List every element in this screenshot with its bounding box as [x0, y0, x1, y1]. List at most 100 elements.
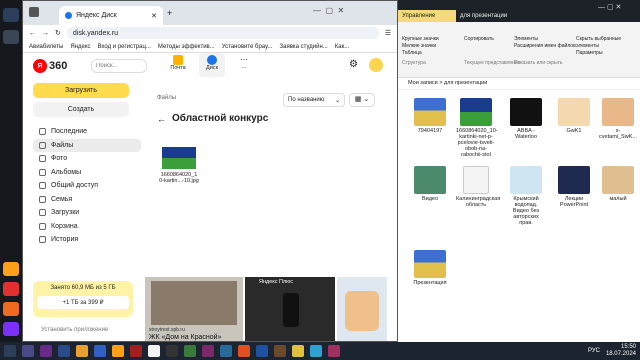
file-item[interactable]: Лекции PowerPoint [554, 166, 594, 208]
ribbon-item[interactable]: Крупные значки [402, 36, 439, 43]
upload-button[interactable]: Загрузить [33, 83, 129, 98]
install-app-link[interactable]: Установить приложение [41, 327, 108, 333]
settings-gear-icon[interactable]: ⚙ [349, 59, 358, 70]
file-item[interactable]: ABBA - Waterloo [506, 98, 546, 140]
dock-app-icon[interactable] [3, 302, 19, 316]
ad-card[interactable] [337, 277, 387, 341]
window-controls[interactable]: — ▢ ✕ [313, 6, 344, 15]
ad-source: Яндекс Плюс [259, 279, 294, 285]
file-item[interactable]: Презентация [410, 250, 450, 286]
sort-label: По названию [288, 97, 325, 103]
taskbar-app-icon[interactable] [94, 345, 106, 357]
taskbar-app-icon[interactable] [310, 345, 322, 357]
dock-app-icon[interactable] [3, 30, 19, 44]
taskbar-app-icon[interactable] [202, 345, 214, 357]
ad-card[interactable]: Яндекс Плюс [245, 277, 335, 341]
file-item[interactable]: 1660864020_10-kartinki-net-p-pcelovie-ts… [456, 98, 498, 158]
reload-icon[interactable]: ↻ [55, 29, 61, 37]
start-icon[interactable] [4, 345, 16, 357]
url-field[interactable]: disk.yandex.ru [66, 27, 379, 39]
file-item[interactable]: Крымский водопад. Видео без авторских пр… [506, 166, 546, 226]
taskbar-app-icon[interactable] [238, 345, 250, 357]
bookmark-item[interactable]: Авиабилеты [29, 44, 63, 50]
search-input[interactable] [91, 59, 147, 73]
taskbar-app-icon[interactable] [76, 345, 88, 357]
ribbon-item[interactable]: Скрыть выбранные элементы [576, 36, 636, 50]
ad-card[interactable]: stroytrest.spb.ru ЖК «Дом на Красной» [145, 277, 243, 341]
sidebar-item-history[interactable]: История [33, 233, 141, 247]
taskbar-app-icon[interactable] [328, 345, 340, 357]
ribbon-item[interactable]: Элементы [514, 36, 576, 43]
taskbar-app-icon[interactable] [148, 345, 160, 357]
avatar[interactable] [369, 58, 383, 72]
taskbar-app-icon[interactable] [58, 345, 70, 357]
back-icon[interactable]: ← [29, 30, 36, 37]
ribbon-item[interactable]: Расширения имен файлов [514, 43, 576, 50]
taskbar-app-icon[interactable] [112, 345, 124, 357]
sort-dropdown[interactable]: По названию ⌄ [283, 93, 345, 107]
ribbon-item[interactable]: Сортировать [464, 36, 520, 43]
ribbon-item[interactable]: Таблица [402, 50, 439, 57]
taskbar-app-icon[interactable] [166, 345, 178, 357]
sidebar-item-trash[interactable]: Корзина [33, 220, 141, 234]
taskbar-app-icon[interactable] [256, 345, 268, 357]
bookmark-item[interactable]: Методы эффектив... [158, 44, 215, 50]
ribbon-item[interactable]: Мелкие значки [402, 43, 439, 50]
file-item[interactable]: Калининградская область [456, 166, 500, 208]
language-indicator[interactable]: РУС [588, 348, 600, 354]
sidebar-item-shared[interactable]: Общий доступ [33, 179, 141, 193]
sidebar-item-files[interactable]: Файлы [33, 138, 141, 152]
bookmark-item[interactable]: Вход и регистрац... [98, 44, 151, 50]
view-mode-button[interactable]: ▦ ⌄ [349, 93, 375, 107]
sidebar: Загрузить Создать Последние Файлы Фото А… [33, 83, 141, 247]
tab-folder[interactable]: для презентации [456, 10, 507, 22]
dock-app-icon[interactable] [3, 262, 19, 276]
close-icon[interactable]: ✕ [151, 12, 157, 20]
sidebar-item-family[interactable]: Семья [33, 193, 141, 207]
browser-tab[interactable]: Яндекс Диск ✕ [59, 6, 163, 25]
taskbar-app-icon[interactable] [184, 345, 196, 357]
dock-app-icon[interactable] [3, 8, 19, 22]
window-icon[interactable] [29, 7, 39, 17]
forward-icon[interactable]: → [42, 30, 49, 37]
back-arrow-icon[interactable]: ← [157, 114, 166, 124]
taskbar-app-icon[interactable] [220, 345, 232, 357]
dock-app-icon[interactable] [3, 322, 19, 336]
new-tab-icon[interactable]: + [167, 8, 172, 18]
taskbar-app-icon[interactable] [130, 345, 142, 357]
ribbon-item[interactable]: Параметры [576, 50, 636, 57]
dock-app-icon[interactable] [3, 282, 19, 296]
taskbar-app-icon[interactable] [40, 345, 52, 357]
breadcrumb[interactable]: Файлы [157, 95, 176, 101]
bookmark-item[interactable]: Установите брау... [222, 44, 273, 50]
taskbar-app-icon[interactable] [274, 345, 286, 357]
sidebar-item-albums[interactable]: Альбомы [33, 166, 141, 180]
sidebar-item-photo[interactable]: Фото [33, 152, 141, 166]
file-item[interactable]: Видео [410, 166, 450, 202]
file-item[interactable]: 79404197 [410, 98, 450, 134]
header-tab-more[interactable]: ⋯ ... [233, 55, 255, 70]
taskbar-app-icon[interactable] [292, 345, 304, 357]
sidebar-item-recent[interactable]: Последние [33, 125, 141, 139]
file-item[interactable]: 1660864020_1 0-kartin...-10.jpg [159, 147, 199, 184]
clock[interactable]: 15:50 18.07.2024 [606, 344, 636, 358]
extension-icon[interactable]: ☰ [385, 29, 391, 37]
create-button[interactable]: Создать [33, 102, 129, 117]
tab-manage[interactable]: Управление [398, 10, 456, 22]
bookmark-item[interactable]: Заявка студийн... [279, 44, 327, 50]
file-item[interactable]: GwK1 [554, 98, 594, 134]
file-item[interactable]: малый [598, 166, 638, 202]
window-controls[interactable]: — ▢ ✕ [598, 3, 621, 11]
bookmark-item[interactable]: Яндекс [70, 44, 90, 50]
upgrade-button[interactable]: +1 ТБ за 399 ₽ [37, 296, 129, 309]
favicon-icon [65, 12, 72, 19]
explorer-breadcrumb[interactable]: Мои записи > для презентации [398, 80, 640, 90]
yandex-360-logo[interactable]: Я 360 [33, 59, 67, 73]
taskbar-app-icon[interactable] [22, 345, 34, 357]
sidebar-item-downloads[interactable]: Загрузки [33, 206, 141, 220]
bookmark-item[interactable]: Как... [335, 44, 349, 50]
header-tab-disk[interactable]: Диск [199, 53, 225, 77]
file-name: Видео [421, 196, 439, 202]
header-tab-mail[interactable]: Почта [167, 55, 189, 71]
file-item[interactable]: s-cvetami_SwK... [598, 98, 638, 140]
